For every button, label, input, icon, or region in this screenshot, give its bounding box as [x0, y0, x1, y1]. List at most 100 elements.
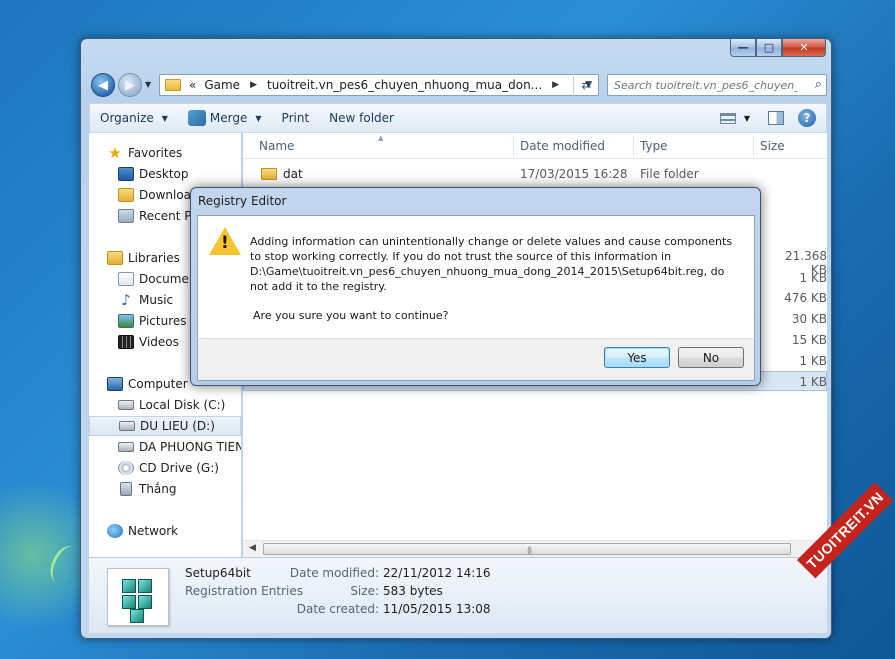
warning-exclamation-icon: !: [221, 233, 229, 253]
nav-label: Desktop: [139, 167, 189, 181]
file-size: 1 KB: [799, 375, 827, 389]
details-date-modified: 22/11/2012 14:16: [383, 566, 491, 580]
details-date-created: 11/05/2015 13:08: [383, 602, 491, 616]
star-icon: ★: [108, 144, 122, 162]
nav-label: Music: [139, 293, 174, 307]
hard-drive-icon: [118, 442, 134, 452]
chevron-down-icon: ▼: [161, 113, 168, 123]
new-folder-button[interactable]: New folder: [319, 104, 404, 132]
caption-buttons: — □ ✕: [730, 39, 826, 57]
address-bar[interactable]: « Game ▶ tuoitreit.vn_pes6_chuyen_nhuong…: [159, 74, 599, 96]
maximize-button[interactable]: □: [756, 39, 782, 57]
hard-drive-icon: [118, 400, 134, 410]
libraries-icon: [107, 251, 123, 265]
help-icon[interactable]: ?: [798, 109, 816, 127]
view-dropdown-icon[interactable]: ▼: [744, 114, 750, 123]
nav-label: Network: [128, 524, 179, 538]
details-pane: Setup64bit Registration Entries Date mod…: [89, 557, 827, 633]
nav-label: Thắng: [139, 482, 177, 496]
refresh-icon[interactable]: ⇄: [573, 74, 599, 96]
file-date: 17/03/2015 16:28: [520, 167, 628, 181]
film-strip-icon: [118, 335, 134, 349]
nav-da-phuong-tien[interactable]: DA PHUONG TIEN: [118, 437, 241, 457]
no-button[interactable]: No: [678, 347, 744, 368]
details-size: 583 bytes: [383, 584, 443, 598]
dialog-question: Are you sure you want to continue?: [253, 309, 449, 322]
chevron-right-icon[interactable]: ▶: [552, 80, 559, 90]
nav-label: Libraries: [128, 251, 180, 265]
file-size: 1 KB: [799, 354, 827, 368]
registry-cube-icon: [122, 579, 136, 593]
scrollbar-thumb[interactable]: |||: [263, 543, 791, 555]
organize-label: Organize: [100, 111, 154, 125]
close-button[interactable]: ✕: [782, 39, 826, 57]
nav-label: Favorites: [128, 146, 183, 160]
registry-file-icon: [107, 568, 169, 626]
file-type: File folder: [640, 167, 699, 181]
documents-icon: [118, 272, 134, 286]
breadcrumb-game[interactable]: Game: [204, 78, 240, 92]
recent-places-icon: [118, 209, 134, 223]
nav-desktop[interactable]: Desktop: [118, 164, 241, 184]
pictures-icon: [118, 314, 134, 328]
column-size[interactable]: Size: [760, 139, 785, 153]
preview-pane-icon[interactable]: [768, 111, 784, 125]
column-divider[interactable]: [633, 135, 634, 157]
file-size: 476 KB: [784, 291, 827, 305]
registry-editor-dialog: Registry Editor ! Adding information can…: [190, 187, 761, 386]
search-input[interactable]: [608, 75, 798, 95]
nav-network[interactable]: Network: [107, 521, 241, 541]
merge-button[interactable]: Merge ▼: [178, 104, 272, 132]
forward-arrow-icon[interactable]: ▶: [118, 73, 142, 97]
desktop-icon: [118, 167, 134, 181]
folder-icon: [165, 79, 181, 91]
column-divider[interactable]: [753, 135, 754, 157]
file-row[interactable]: dat 17/03/2015 16:28 File folder: [243, 164, 827, 185]
history-dropdown-icon[interactable]: ▼: [145, 80, 151, 89]
nav-favorites[interactable]: ★ Favorites: [107, 143, 241, 163]
nav-thang-device[interactable]: Thắng: [118, 479, 241, 499]
computer-icon: [107, 377, 123, 391]
nav-label: Pictures: [139, 314, 187, 328]
search-box[interactable]: ⌕: [607, 74, 827, 96]
merge-label: Merge: [209, 111, 248, 125]
column-divider[interactable]: [513, 135, 514, 157]
details-date-modified-label: Date modified:: [289, 566, 379, 580]
nav-local-disk-c[interactable]: Local Disk (C:): [118, 395, 241, 415]
breadcrumb-overflow[interactable]: «: [189, 78, 196, 92]
toolbar-right-group: ▼ ?: [712, 109, 826, 127]
minimize-button[interactable]: —: [730, 39, 756, 57]
change-view-icon[interactable]: [719, 112, 736, 124]
downloads-icon: [118, 188, 134, 202]
dialog-body: ! Adding information can unintentionally…: [197, 215, 755, 338]
column-date-modified[interactable]: Date modified: [520, 139, 605, 153]
phone-icon: [120, 482, 132, 496]
yes-button[interactable]: Yes: [604, 347, 670, 368]
nav-cd-drive-g[interactable]: CD Drive (G:): [118, 458, 241, 478]
nav-du-lieu-d[interactable]: DU LIEU (D:): [89, 416, 241, 436]
breadcrumb-current-folder[interactable]: tuoitreit.vn_pes6_chuyen_nhuong_mua_don.…: [267, 78, 542, 92]
nav-label: Documen: [139, 272, 197, 286]
file-size: 30 KB: [791, 312, 827, 326]
details-size-label: Size:: [350, 584, 379, 598]
scroll-left-icon[interactable]: ◀: [249, 543, 256, 553]
file-name: dat: [283, 167, 303, 181]
print-button[interactable]: Print: [272, 104, 320, 132]
chevron-right-icon[interactable]: ▶: [250, 80, 257, 90]
chevron-down-icon: ▼: [255, 113, 262, 123]
grip-icon: |||: [527, 546, 532, 554]
details-date-created-label: Date created:: [296, 602, 379, 616]
column-name[interactable]: Name: [259, 139, 294, 153]
print-label: Print: [281, 111, 310, 125]
network-icon: [107, 524, 123, 538]
search-icon[interactable]: ⌕: [815, 77, 822, 92]
organize-button[interactable]: Organize ▼: [90, 104, 178, 132]
merge-icon: [187, 110, 206, 126]
horizontal-scrollbar[interactable]: ◀ ||| ▶: [243, 540, 827, 557]
dialog-title: Registry Editor: [198, 194, 287, 208]
column-type[interactable]: Type: [640, 139, 668, 153]
registry-cube-icon: [130, 609, 144, 623]
column-header-row: ▲ Name Date modified Type Size: [243, 133, 827, 159]
back-arrow-icon[interactable]: ◀: [91, 73, 115, 97]
nav-label: Computer: [128, 377, 188, 391]
